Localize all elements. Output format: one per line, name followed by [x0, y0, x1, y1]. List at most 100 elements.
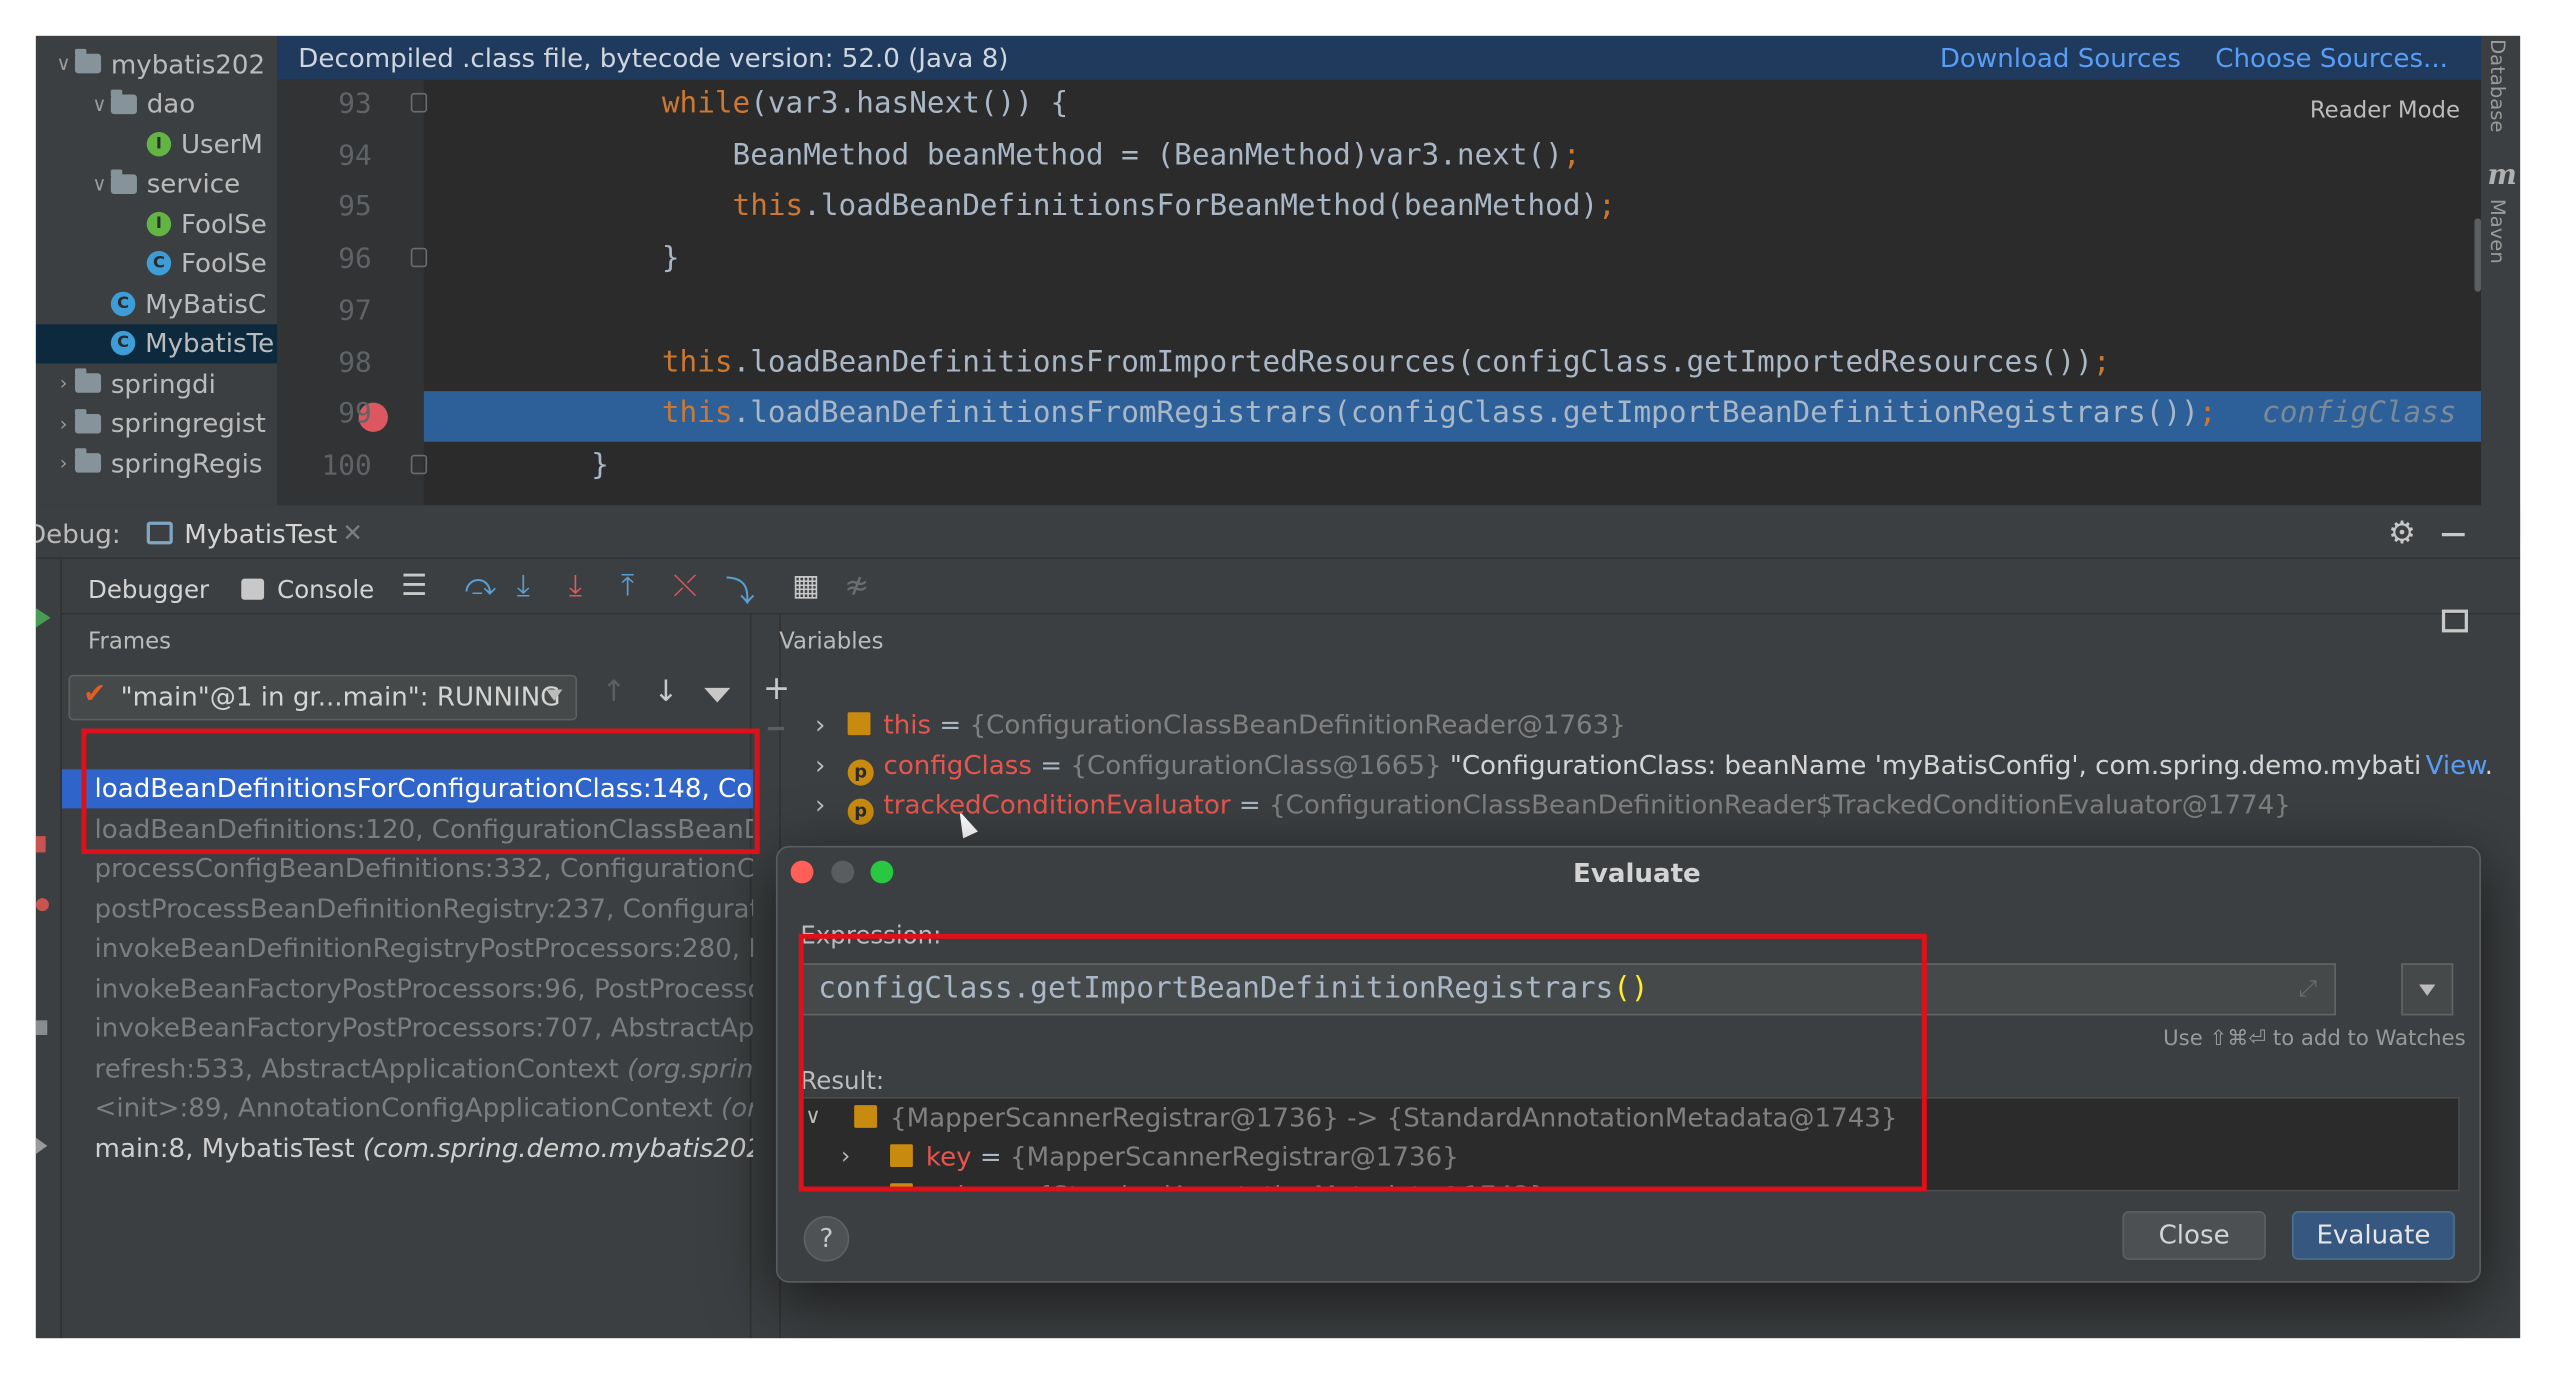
frame-item[interactable]: main:8, MybatisTest (com.spring.demo.myb…	[62, 1129, 754, 1168]
tree-item-label: springRegis	[110, 447, 263, 479]
frame-package: (com.spring.demo.mybatis2022	[362, 1131, 754, 1163]
code-line: this.loadBeanDefinitionsFromImportedReso…	[450, 345, 2111, 379]
maven-tool-tab[interactable]: Maven	[2486, 199, 2509, 264]
frame-item[interactable]: postProcessBeanDefinitionRegistry:237, C…	[62, 889, 754, 928]
chevron-right-icon[interactable]: ›	[815, 706, 848, 745]
tree-item[interactable]: › springregist	[36, 403, 277, 442]
fold-marker-icon[interactable]	[410, 247, 428, 268]
debug-session-tab[interactable]: MybatisTest	[184, 518, 337, 549]
frame-item[interactable]: <init>:89, AnnotationConfigApplicationCo…	[62, 1089, 754, 1128]
fold-marker-icon[interactable]	[410, 454, 428, 475]
chevron-right-icon[interactable]: ›	[52, 451, 75, 474]
database-tool-tab[interactable]: Database	[2486, 39, 2509, 132]
chevron-right-icon[interactable]: ›	[52, 372, 75, 395]
evaluate-expression-icon[interactable]: ▦	[792, 569, 820, 603]
history-dropdown[interactable]	[2401, 963, 2454, 1016]
show-execution-point-icon[interactable]: ☰	[401, 569, 427, 603]
tree-item-label: MybatisTe	[145, 327, 275, 359]
tree-item-label: FoolSe	[180, 207, 267, 239]
folder-icon	[74, 408, 102, 433]
filter-icon[interactable]	[704, 687, 731, 703]
drop-frame-icon[interactable]: ⤬	[673, 569, 696, 603]
minimize-icon[interactable]	[2441, 532, 2465, 537]
tree-item[interactable]: C MyBatisC	[36, 284, 277, 323]
divider	[35, 557, 2521, 560]
step-over-icon[interactable]: ⤼	[465, 569, 496, 603]
tree-item-label: springregist	[110, 407, 266, 439]
tree-item[interactable]: I UserM	[36, 124, 277, 163]
watches-hint: Use ⇧⌘⏎ to add to Watches	[2163, 1026, 2466, 1052]
trace-stream-icon[interactable]: ≉	[844, 569, 869, 603]
minimize-window-icon[interactable]	[831, 860, 855, 884]
code-token: ;	[1562, 138, 1581, 173]
chevron-down-icon[interactable]: ∨	[52, 52, 75, 75]
thread-selector[interactable]: ✔ "main"@1 in gr...main": RUNNING	[68, 674, 578, 721]
tree-item[interactable]: I FoolSe	[36, 204, 277, 243]
code-token: .loadBeanDefinitionsFromRegistrars(confi…	[732, 396, 2199, 431]
gear-icon[interactable]: ⚙	[2388, 515, 2416, 551]
download-sources-link[interactable]: Download Sources	[1940, 36, 2181, 80]
frame-item[interactable]: invokeBeanFactoryPostProcessors:96, Post…	[62, 969, 754, 1008]
variable-row[interactable]: › p configClass = {ConfigurationClass@1665…	[815, 746, 2493, 785]
tree-item[interactable]: › springdi	[36, 363, 277, 402]
resume-icon[interactable]	[35, 607, 51, 628]
run-to-cursor-icon[interactable]: ⤵	[725, 569, 754, 611]
tree-item-label: mybatis202	[110, 48, 266, 80]
equals-sign: =	[931, 709, 970, 740]
arrow-down-icon[interactable]: ↓	[654, 675, 679, 709]
tree-item[interactable]: C FoolSe	[36, 244, 277, 283]
frame-item[interactable]: refresh:533, AbstractApplicationContext …	[62, 1049, 754, 1088]
tree-item[interactable]: › springRegis	[36, 443, 277, 482]
code-editor[interactable]: 93 94 95 96 97 98 99 100 Reader Mode while(var3…	[277, 79, 2482, 506]
breakpoints-icon[interactable]	[35, 898, 49, 912]
arrow-up-icon[interactable]: ↑	[602, 675, 627, 709]
close-tab-icon[interactable]: ✕	[342, 518, 363, 547]
tree-item[interactable]: C MybatisTe	[35, 323, 278, 363]
line-number: 98	[338, 346, 372, 379]
help-button[interactable]: ?	[803, 1215, 850, 1262]
variable-value: {ConfigurationClassBeanDefinitionReader$…	[1269, 788, 2291, 820]
expand-icon[interactable]	[35, 1137, 48, 1154]
view-link[interactable]: View	[2419, 745, 2488, 785]
layout-icon[interactable]	[2441, 609, 2468, 633]
frame-item[interactable]: invokeBeanDefinitionRegistryPostProcesso…	[62, 929, 754, 968]
equals-sign: =	[1031, 748, 1071, 780]
step-out-icon[interactable]: ⤒	[621, 569, 634, 603]
debug-side-strip	[35, 559, 62, 1339]
evaluate-button[interactable]: Evaluate	[2291, 1211, 2455, 1260]
frame-method: refresh:533, AbstractApplicationContext	[94, 1052, 628, 1084]
chevron-right-icon[interactable]: ›	[52, 412, 75, 435]
zoom-window-icon[interactable]	[870, 860, 894, 884]
force-step-into-icon[interactable]: ⤓	[569, 569, 582, 603]
camera-icon[interactable]	[35, 1020, 48, 1035]
debugger-tab[interactable]: Debugger	[88, 575, 209, 604]
chevron-down-icon[interactable]: ∨	[88, 92, 111, 115]
expand-editor-icon[interactable]: ⤢	[2298, 965, 2316, 1014]
frame-item[interactable]: processConfigBeanDefinitions:332, Config…	[62, 849, 754, 888]
stop-icon[interactable]	[35, 836, 46, 853]
add-watch-icon[interactable]: +	[763, 668, 790, 707]
code-token: while	[661, 86, 751, 121]
choose-sources-link[interactable]: Choose Sources...	[2215, 36, 2448, 80]
step-into-icon[interactable]: ⤓	[517, 569, 530, 603]
tree-item[interactable]: ∨ dao	[36, 84, 277, 123]
frame-item[interactable]: invokeBeanFactoryPostProcessors:707, Abs…	[62, 1009, 754, 1048]
chevron-right-icon[interactable]: ›	[815, 786, 848, 825]
fold-marker-icon[interactable]	[410, 92, 428, 113]
close-button[interactable]: Close	[2122, 1211, 2266, 1260]
tree-item[interactable]: ∨ mybatis202	[36, 44, 277, 83]
remove-watch-icon[interactable]	[767, 726, 785, 731]
console-tab[interactable]: Console	[277, 575, 374, 604]
code-line: }	[450, 241, 680, 275]
chevron-down-icon[interactable]: ∨	[88, 172, 111, 195]
chevron-right-icon[interactable]: ›	[815, 746, 848, 785]
variable-row[interactable]: › p trackedConditionEvaluator = {Configura…	[815, 786, 2291, 825]
close-window-icon[interactable]	[790, 860, 814, 884]
tree-item-label: springdi	[110, 367, 216, 399]
editor-gutter: 93 94 95 96 97 98 99 100	[277, 79, 428, 506]
variable-row[interactable]: › this = {ConfigurationClassBeanDefinitio…	[815, 706, 1626, 745]
tree-item[interactable]: ∨ service	[36, 164, 277, 203]
reader-mode-button[interactable]: Reader Mode	[2310, 98, 2460, 124]
